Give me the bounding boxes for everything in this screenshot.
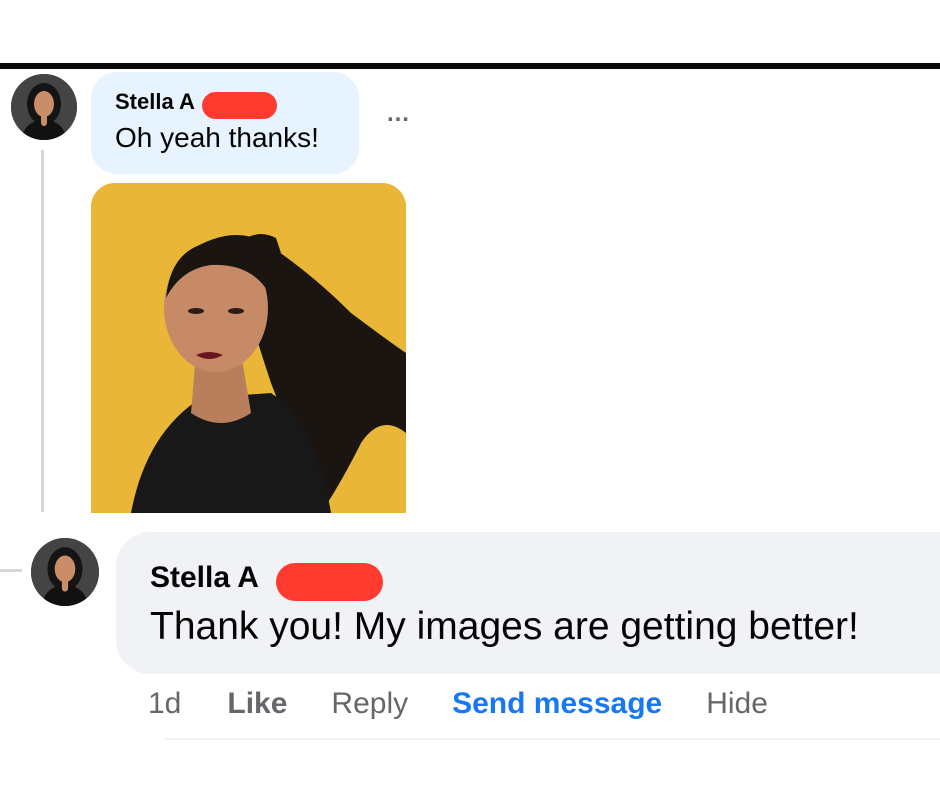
avatar[interactable] <box>11 74 77 140</box>
redaction-mark <box>202 92 277 119</box>
reply-bubble: Stella A Thank you! My images are gettin… <box>116 532 940 674</box>
redaction-mark <box>276 563 383 601</box>
more-options-icon[interactable]: … <box>386 102 411 126</box>
avatar-image <box>31 538 99 606</box>
comment-photo[interactable] <box>91 183 406 513</box>
avatar-image <box>11 74 77 140</box>
thread-branch <box>0 569 22 572</box>
reply-text: Thank you! My images are getting better! <box>150 605 859 648</box>
hide-button[interactable]: Hide <box>706 687 768 721</box>
top-divider <box>0 63 940 69</box>
timestamp[interactable]: 1d <box>148 687 181 721</box>
send-message-button[interactable]: Send message <box>452 687 662 721</box>
comment-text: Oh yeah thanks! <box>115 122 319 153</box>
comment-bubble: Stella A Oh yeah thanks! <box>91 72 359 174</box>
thread-line <box>41 150 44 512</box>
bottom-divider <box>165 738 940 740</box>
reply-button[interactable]: Reply <box>331 687 408 721</box>
portrait-image <box>91 183 406 513</box>
like-button[interactable]: Like <box>227 687 287 721</box>
avatar[interactable] <box>31 538 99 606</box>
reply-author[interactable]: Stella A <box>150 560 940 596</box>
reply-actions: 1d Like Reply Send message Hide <box>148 684 768 724</box>
